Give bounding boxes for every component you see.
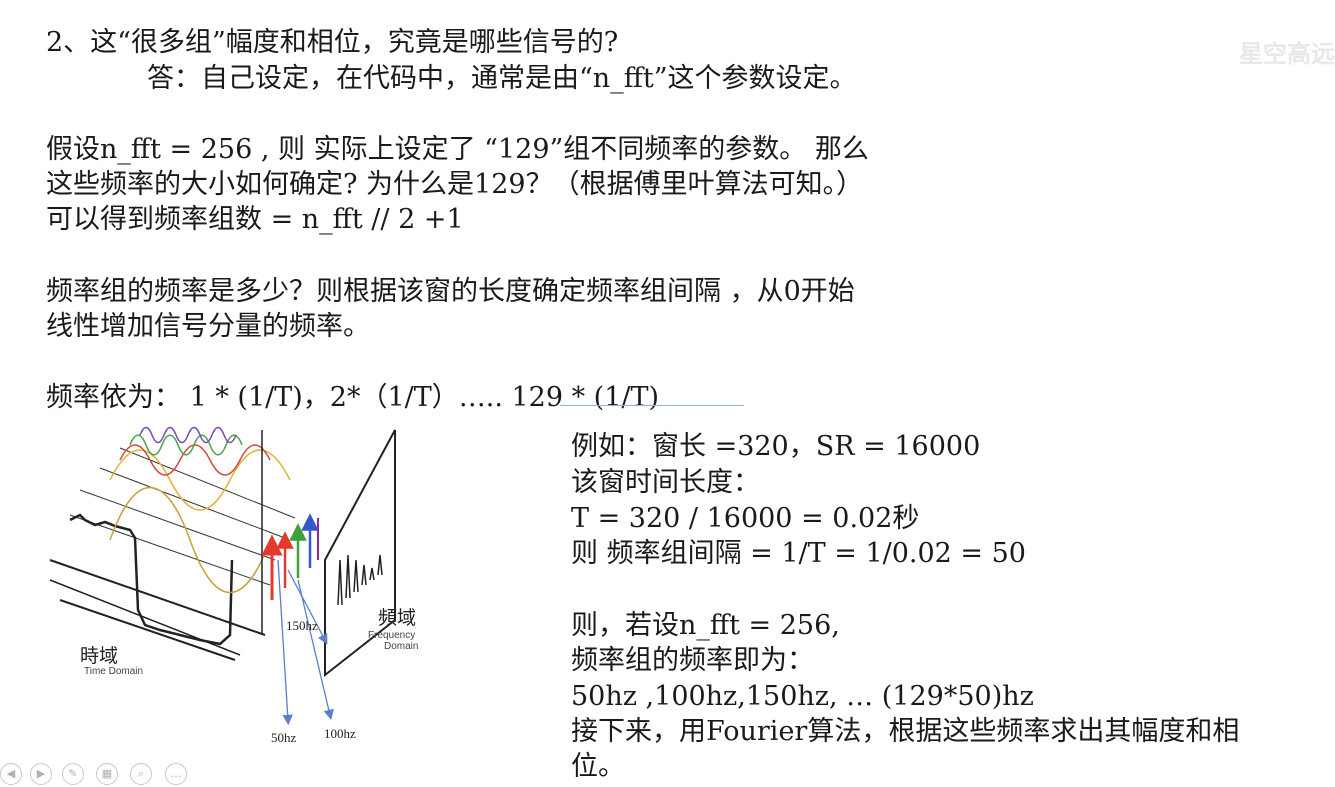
example-line-3: T = 320 / 16000 = 0.02秒: [571, 503, 920, 534]
underline-decoration: [560, 405, 744, 406]
label-50hz: 50hz: [271, 730, 297, 745]
frequency-en-label-2: Domain: [384, 641, 418, 652]
example-line-6: 频率组的频率即为：: [571, 645, 814, 676]
time-domain-label: 時域: [80, 645, 118, 667]
answer-line: 答：自己设定，在代码中，通常是由“n_fft”这个参数设定。: [147, 63, 857, 94]
watermark: 星空高远: [1239, 40, 1335, 68]
time-domain-en-label: Time Domain: [84, 666, 143, 677]
example-line-4: 则 频率组间隔 = 1/T = 1/0.02 = 50: [571, 538, 1026, 569]
next-slide-icon[interactable]: ▶: [30, 763, 52, 785]
frequency-domain-label: 頻域: [378, 607, 416, 629]
prev-slide-icon[interactable]: ◀: [0, 763, 22, 785]
pen-icon[interactable]: ✎: [62, 763, 84, 785]
example-line-5: 则，若设n_fft = 256,: [571, 610, 840, 641]
example-line-8: 接下来，用Fourier算法，根据这些频率求出其幅度和相: [571, 716, 1240, 747]
example-line-1: 例如：窗长 =320，SR = 16000: [571, 431, 981, 462]
label-100hz: 100hz: [324, 726, 356, 741]
more-icon[interactable]: …: [165, 763, 187, 785]
zoom-icon[interactable]: ⌕: [130, 763, 152, 785]
example-line-7: 50hz ,100hz,150hz, … (129*50)hz: [571, 681, 1034, 712]
example-line-9: 位。: [571, 751, 625, 782]
label-150hz: 150hz: [286, 618, 318, 633]
example-line-2: 该窗时间长度：: [571, 467, 760, 498]
fourier-time-frequency-diagram: 時域 Time Domain 頻域 Frequency Domain 150hz…: [49, 426, 418, 745]
slides-icon[interactable]: ▦: [96, 763, 118, 785]
frequency-en-label-1: Frequency: [368, 630, 415, 641]
assumption-line: 假设n_fft = 256 , 则 实际上设定了 “129”组不同频率的参数。 …: [46, 134, 869, 165]
freq-question-line: 频率组的频率是多少？则根据该窗的长度确定频率组间隔 ，从0开始: [46, 276, 855, 307]
freq-linear-line: 线性增加信号分量的频率。: [46, 311, 370, 342]
formula-line: 可以得到频率组数 = n_fft // 2 +1: [46, 204, 464, 235]
question-line: 2、这“很多组”幅度和相位，究竟是哪些信号的?: [46, 27, 619, 58]
why-129-line: 这些频率的大小如何确定? 为什么是129？（根据傅里叶算法可知。）: [46, 169, 864, 200]
freq-sequence-line: 频率依为： 1 * (1/T)，2*（1/T）….. 129 * (1/T): [46, 382, 660, 413]
